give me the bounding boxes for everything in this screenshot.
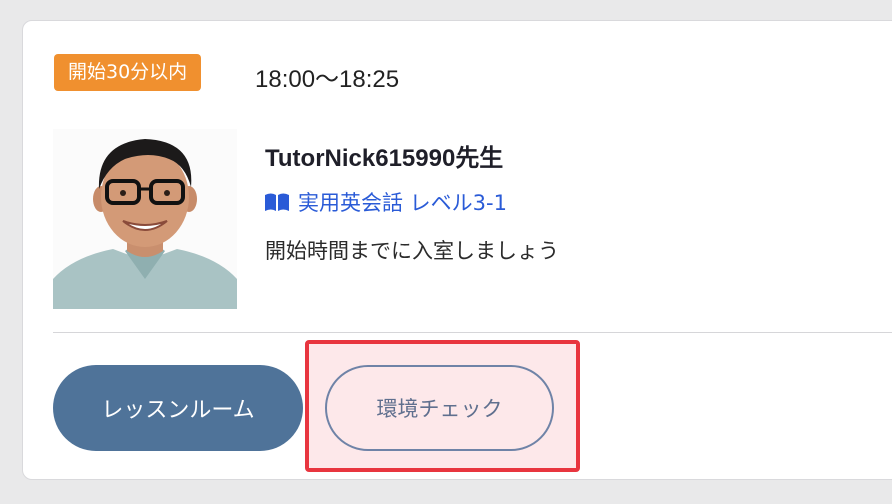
lesson-card: 開始30分以内 18:00〜18:25 TutorNick615990先生 実用…	[22, 20, 892, 480]
course-link[interactable]: 実用英会話 レベル3-1	[264, 187, 507, 217]
course-label: 実用英会話 レベル3-1	[298, 191, 507, 215]
divider	[53, 332, 892, 333]
lesson-room-button[interactable]: レッスンルーム	[53, 365, 303, 451]
entry-message: 開始時間までに入室しましょう	[265, 239, 559, 263]
tutor-photo	[53, 129, 237, 309]
tutor-name: TutorNick615990先生	[265, 145, 504, 172]
start-soon-badge: 開始30分以内	[54, 54, 202, 91]
tutor-avatar	[53, 129, 237, 309]
lesson-time: 18:00〜18:25	[255, 66, 400, 93]
environment-check-button[interactable]: 環境チェック	[325, 365, 554, 451]
book-icon	[264, 192, 290, 212]
